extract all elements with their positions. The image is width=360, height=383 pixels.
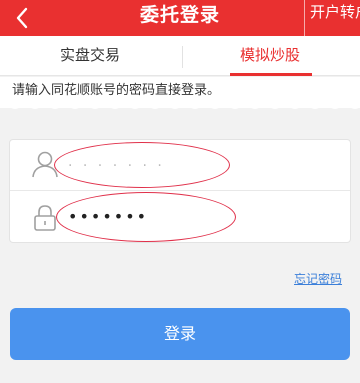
open-account-button[interactable]: 开户转户: [310, 3, 360, 21]
username-row: [10, 140, 350, 191]
top-bar: 委托登录 开户转户: [0, 0, 360, 36]
tab-bar: 实盘交易 模拟炒股: [0, 36, 360, 76]
hint-edge: [0, 105, 360, 109]
username-input[interactable]: [68, 150, 308, 182]
user-icon: [32, 151, 58, 178]
login-form: •••••••: [9, 139, 351, 243]
forgot-password-link[interactable]: 忘记密码: [294, 270, 342, 287]
login-hint: 请输入同花顺账号的密码直接登录。: [0, 77, 360, 108]
topbar-divider: [304, 0, 305, 36]
password-input[interactable]: •••••••: [68, 201, 308, 233]
tab-real-trading[interactable]: 实盘交易: [0, 36, 180, 76]
tab-simulated-trading[interactable]: 模拟炒股: [180, 36, 360, 76]
login-button[interactable]: 登录: [10, 308, 350, 360]
page-title: 委托登录: [139, 4, 220, 26]
password-row: •••••••: [10, 191, 350, 242]
lock-icon: [34, 205, 56, 231]
active-tab-indicator: [230, 73, 312, 76]
